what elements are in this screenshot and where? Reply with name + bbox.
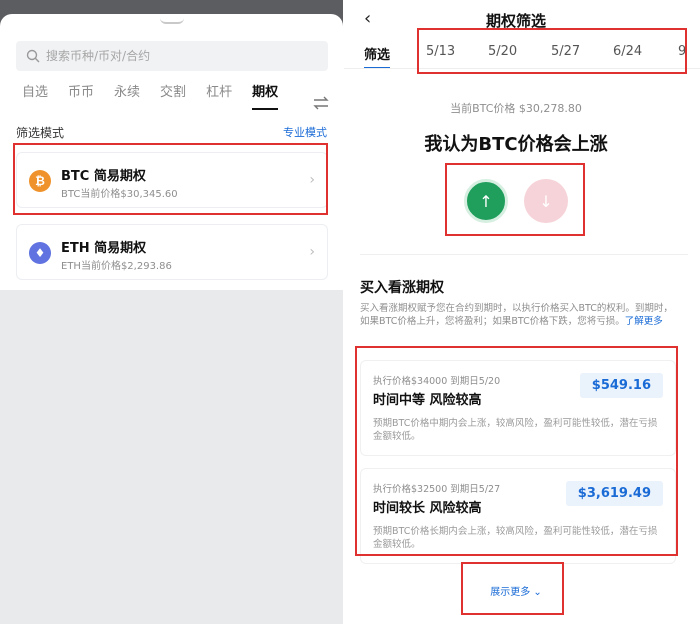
- option-price-button[interactable]: $549.16: [579, 373, 663, 398]
- card-subtitle: BTC当前价格$30,345.60: [61, 189, 178, 200]
- btc-simple-option-card[interactable]: ₿ BTC 简易期权 BTC当前价格$30,345.60 ›: [16, 152, 328, 208]
- prediction-headline: 我认为BTC价格会上涨: [424, 134, 608, 155]
- price-down-button[interactable]: ↓: [524, 179, 568, 223]
- show-more-button[interactable]: 展示更多 ⌄: [344, 583, 688, 598]
- right-panel: ‹ 期权筛选 筛选 5/13 5/20 5/27 6/24 9 当前BTC价格 …: [344, 0, 700, 624]
- page-title: 期权筛选: [485, 12, 546, 30]
- search-input[interactable]: [46, 49, 306, 63]
- buy-call-title: 买入看涨期权: [360, 280, 444, 296]
- ethereum-icon: ♦: [29, 242, 51, 264]
- chevron-right-icon: ›: [309, 172, 315, 188]
- card-title: ETH 简易期权: [61, 241, 147, 256]
- tab-5-27[interactable]: 5/27: [551, 44, 580, 59]
- search-icon: [26, 49, 40, 63]
- tab-5-13[interactable]: 5/13: [426, 44, 455, 59]
- arrow-up-icon: ↑: [479, 191, 493, 211]
- card-subtitle: ETH当前价格$2,293.86: [61, 261, 172, 272]
- option-card[interactable]: 执行价格$34000 到期日5/20 时间中等 风险较高 $549.16 预期B…: [360, 360, 676, 456]
- pro-mode-link[interactable]: 专业模式: [283, 124, 327, 140]
- learn-more-link[interactable]: 了解更多: [625, 316, 663, 327]
- tab-5-20[interactable]: 5/20: [488, 44, 517, 59]
- option-card[interactable]: 执行价格$32500 到期日5/27 时间较长 风险较高 $3,619.49 预…: [360, 468, 676, 564]
- tab-filter[interactable]: 筛选: [364, 44, 391, 69]
- market-tab-options[interactable]: 期权: [252, 81, 279, 110]
- option-strike-expiry: 执行价格$32500 到期日5/27: [373, 484, 501, 495]
- market-tabs: 自选 币币 永续 交割 杠杆 期权: [22, 81, 279, 110]
- eth-simple-option-card[interactable]: ♦ ETH 简易期权 ETH当前价格$2,293.86 ›: [16, 224, 328, 280]
- market-tab-perpetual[interactable]: 永续: [114, 81, 140, 110]
- arrow-down-icon: ↓: [539, 191, 553, 211]
- market-tab-margin[interactable]: 杠杆: [206, 81, 232, 110]
- tab-next[interactable]: 9: [678, 44, 686, 59]
- buy-call-description: 买入看涨期权赋予您在合约到期时，以执行价格买入BTC的权利。到期时，如果BTC价…: [360, 302, 676, 328]
- search-box[interactable]: [16, 41, 328, 71]
- current-btc-price: 当前BTC价格 $30,278.80: [450, 102, 582, 115]
- option-title: 时间中等 风险较高: [373, 393, 482, 408]
- section-divider: [360, 254, 688, 255]
- option-note: 预期BTC价格中期内会上涨，较高风险，盈利可能性较低，潜在亏损金额较低。: [373, 418, 658, 442]
- market-tab-favorites[interactable]: 自选: [22, 81, 48, 110]
- tab-6-24[interactable]: 6/24: [613, 44, 642, 59]
- option-note: 预期BTC价格长期内会上涨，较高风险，盈利可能性较低，潜在亏损金额较低。: [373, 526, 658, 550]
- option-title: 时间较长 风险较高: [373, 501, 482, 516]
- option-strike-expiry: 执行价格$34000 到期日5/20: [373, 376, 501, 387]
- swap-icon[interactable]: [313, 96, 329, 110]
- market-tab-futures[interactable]: 交割: [160, 81, 186, 110]
- market-tab-spot[interactable]: 币币: [68, 81, 94, 110]
- bitcoin-icon: ₿: [29, 170, 51, 192]
- expiry-tabs: 筛选 5/13 5/20 5/27 6/24 9: [344, 44, 700, 70]
- price-up-button[interactable]: ↑: [464, 179, 508, 223]
- left-panel: 自选 币币 永续 交割 杠杆 期权 筛选模式 专业模式 ₿ BTC 简易期权 B…: [0, 0, 343, 624]
- filter-mode-title: 筛选模式: [16, 126, 65, 140]
- card-title: BTC 简易期权: [61, 169, 146, 184]
- tab-divider: [344, 68, 700, 69]
- sheet-grabber-icon[interactable]: [160, 18, 184, 24]
- chevron-right-icon: ›: [309, 244, 315, 260]
- option-price-button[interactable]: $3,619.49: [565, 481, 663, 506]
